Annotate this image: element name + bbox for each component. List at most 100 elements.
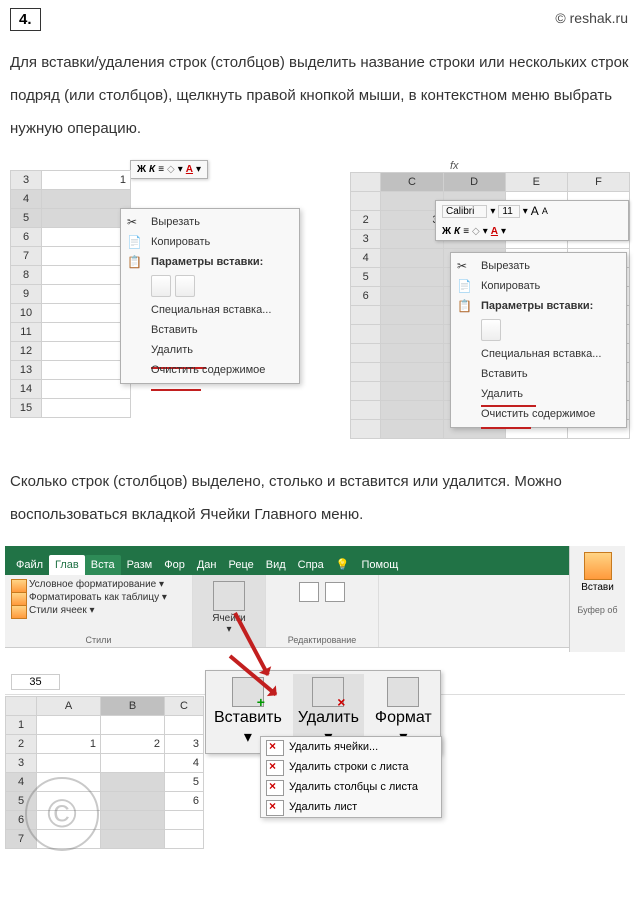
cell[interactable]: 2 <box>101 735 165 754</box>
paste-big-icon[interactable] <box>584 552 612 580</box>
row-header[interactable]: 3 <box>351 230 381 249</box>
ctx-copy[interactable]: 📄Копировать <box>451 276 626 296</box>
cell[interactable] <box>42 361 131 380</box>
dd-del-rows[interactable]: Удалить строки с листа <box>261 757 441 777</box>
grow-font[interactable]: А <box>531 204 539 218</box>
cell[interactable]: 5 <box>165 773 204 792</box>
font-color-btn[interactable]: А <box>186 164 193 175</box>
font-color-btn[interactable]: А <box>491 226 498 237</box>
row-header[interactable]: 9 <box>11 285 42 304</box>
cell[interactable]: 1 <box>37 735 101 754</box>
cell[interactable]: 3 <box>381 211 443 230</box>
row-header[interactable]: 2 <box>351 211 381 230</box>
col-header[interactable]: E <box>505 173 567 192</box>
dd-del-cells[interactable]: Удалить ячейки... <box>261 737 441 757</box>
paste-big-label[interactable]: Встави <box>570 582 625 593</box>
row-header[interactable]: 4 <box>351 249 381 268</box>
row-header[interactable]: 10 <box>11 304 42 323</box>
tab-review[interactable]: Реце <box>222 555 259 575</box>
tab-layout[interactable]: Разм <box>121 555 159 575</box>
ctx-cut[interactable]: ✂Вырезать <box>121 212 299 232</box>
paste-opt-1[interactable] <box>481 319 501 341</box>
ctx-insert[interactable]: Вставить <box>451 364 626 384</box>
tab-data[interactable]: Дан <box>191 555 223 575</box>
col-header[interactable]: D <box>443 173 505 192</box>
cell[interactable] <box>42 190 131 209</box>
cond-format-btn[interactable]: Условное форматирование ▾ <box>11 578 186 591</box>
ctx-delete[interactable]: Удалить <box>451 384 626 404</box>
row-header[interactable]: 7 <box>11 247 42 266</box>
shrink-font[interactable]: А <box>542 206 548 216</box>
ctx-special[interactable]: Специальная вставка... <box>121 300 299 320</box>
row-header[interactable]: 15 <box>11 399 42 418</box>
tab-help[interactable]: Спра <box>292 555 330 575</box>
align-btn[interactable]: ≡ <box>158 164 164 175</box>
row-header[interactable]: 2 <box>6 735 37 754</box>
ctx-clear[interactable]: Очистить содержимое <box>451 404 626 424</box>
row-header[interactable]: 14 <box>11 380 42 399</box>
tab-assist[interactable]: Помощ <box>356 555 405 575</box>
edit-icon-2[interactable] <box>325 582 345 602</box>
paste-opt-2[interactable] <box>175 275 195 297</box>
row-header[interactable]: 3 <box>11 171 42 190</box>
cell[interactable]: 3 <box>165 735 204 754</box>
cell[interactable] <box>42 304 131 323</box>
ctx-clear[interactable]: Очистить содержимое <box>121 360 299 380</box>
bold-btn[interactable]: Ж <box>442 226 451 237</box>
dd-del-sheet[interactable]: Удалить лист <box>261 797 441 817</box>
cell[interactable]: 6 <box>165 792 204 811</box>
ctx-insert[interactable]: Вставить <box>121 320 299 340</box>
cell[interactable] <box>42 380 131 399</box>
size-select[interactable]: 11 <box>498 205 519 218</box>
paste-opt-1[interactable] <box>151 275 171 297</box>
dd-del-cols[interactable]: Удалить столбцы с листа <box>261 777 441 797</box>
row-header[interactable]: 5 <box>11 209 42 228</box>
align-btn[interactable]: ≡ <box>463 226 469 237</box>
cell[interactable] <box>42 247 131 266</box>
col-header[interactable]: B <box>101 697 165 716</box>
cell[interactable] <box>42 285 131 304</box>
cell[interactable] <box>42 399 131 418</box>
row-header[interactable]: 12 <box>11 342 42 361</box>
row-header[interactable]: 6 <box>6 811 37 830</box>
tab-file[interactable]: Файл <box>10 555 49 575</box>
row-header[interactable]: 6 <box>11 228 42 247</box>
row-header[interactable]: 11 <box>11 323 42 342</box>
name-box[interactable]: 35 <box>11 674 60 690</box>
row-header[interactable]: 13 <box>11 361 42 380</box>
italic-btn[interactable]: К <box>149 164 155 175</box>
col-header[interactable]: C <box>381 173 443 192</box>
tab-insert[interactable]: Вста <box>85 555 121 575</box>
edit-icon-1[interactable] <box>299 582 319 602</box>
cell[interactable] <box>42 323 131 342</box>
row-header[interactable]: 5 <box>6 792 37 811</box>
tab-formulas[interactable]: Фор <box>158 555 191 575</box>
ctx-delete[interactable]: Удалить <box>121 340 299 360</box>
format-as-table-btn[interactable]: Форматировать как таблицу ▾ <box>11 591 186 604</box>
ctx-copy[interactable]: 📄Копировать <box>121 232 299 252</box>
row-header[interactable]: 4 <box>11 190 42 209</box>
cell[interactable] <box>42 342 131 361</box>
ctx-special[interactable]: Специальная вставка... <box>451 344 626 364</box>
row-header[interactable]: 7 <box>6 830 37 849</box>
bold-btn[interactable]: Ж <box>137 164 146 175</box>
row-header[interactable]: 3 <box>6 754 37 773</box>
cell-styles-btn[interactable]: Стили ячеек ▾ <box>11 604 186 617</box>
cell[interactable] <box>42 266 131 285</box>
ctx-cut[interactable]: ✂Вырезать <box>451 256 626 276</box>
help-icon[interactable]: 💡 <box>330 554 356 575</box>
col-header[interactable]: A <box>37 697 101 716</box>
row-header[interactable]: 1 <box>6 716 37 735</box>
row-header[interactable]: 6 <box>351 287 381 306</box>
row-header[interactable]: 8 <box>11 266 42 285</box>
cell[interactable]: 4 <box>165 754 204 773</box>
col-header[interactable]: C <box>165 697 204 716</box>
font-select[interactable]: Calibri <box>442 205 487 218</box>
tab-view[interactable]: Вид <box>260 555 292 575</box>
col-header[interactable]: F <box>567 173 629 192</box>
fill-icon[interactable]: ◇ <box>472 226 480 237</box>
cell[interactable] <box>42 228 131 247</box>
tab-home[interactable]: Глав <box>49 555 85 575</box>
cell[interactable]: 1 <box>42 171 131 190</box>
row-header[interactable]: 4 <box>6 773 37 792</box>
